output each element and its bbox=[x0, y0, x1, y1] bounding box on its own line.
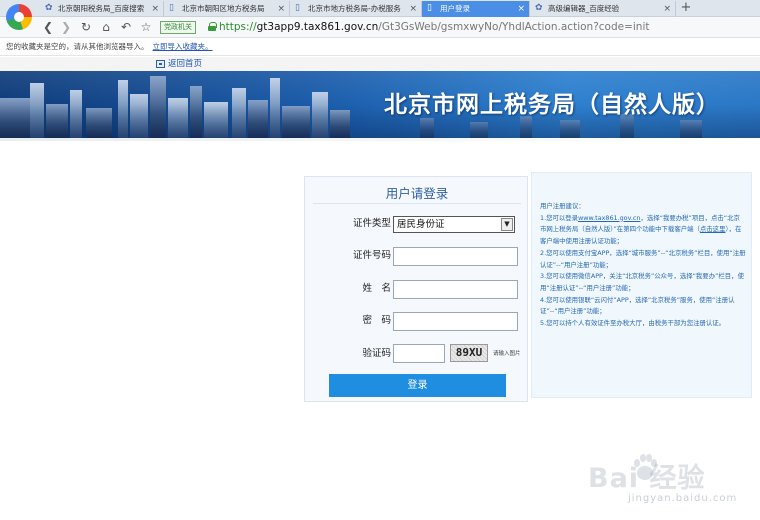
help-item-1-text: 1.您可以登录 bbox=[540, 213, 579, 222]
tab-label: 高级编辑器_百度经验 bbox=[548, 4, 620, 13]
home-button[interactable]: ⌂ bbox=[98, 19, 114, 35]
help-item-3: 3.您可以使用微信APP，关注“北京税务”公众号，选择“我要办”栏目，使用“注册… bbox=[540, 272, 744, 292]
tab-chaoyang-tax[interactable]: ▯ 北京市朝阳区地方税务局 × bbox=[164, 1, 290, 17]
tax-site-link[interactable]: www.tax861.gov.cn bbox=[578, 214, 640, 222]
gov-badge[interactable]: 党政机关 bbox=[160, 21, 196, 34]
back-home-label: 返回首页 bbox=[168, 59, 203, 69]
close-icon[interactable]: × bbox=[517, 1, 525, 17]
favorites-empty-text: 您的收藏夹是空的，请从其他浏览器导入。 bbox=[6, 42, 149, 51]
back-bar: 返回首页 bbox=[0, 57, 760, 71]
home-icon bbox=[156, 60, 165, 68]
captcha-label: 验证码 bbox=[362, 348, 391, 359]
back-button[interactable]: ❮ bbox=[40, 19, 56, 35]
tab-label: 用户登录 bbox=[440, 4, 470, 13]
star-icon[interactable]: ☆ bbox=[138, 19, 154, 35]
help-item-2: 2.您可以使用支付宝APP，选择“城市服务”--“北京税务”栏目，使用“注册认证… bbox=[540, 248, 746, 269]
close-icon[interactable]: × bbox=[409, 1, 417, 17]
help-text: 用户注册建议： 1.您可以登录www.tax861.gov.cn，选择“我要办税… bbox=[540, 201, 746, 330]
undo-button[interactable]: ↶ bbox=[118, 19, 134, 35]
paw-icon bbox=[634, 454, 657, 480]
id-number-input[interactable] bbox=[393, 247, 518, 266]
tab-label: 北京市朝阳区地方税务局 bbox=[182, 4, 265, 13]
tab-user-login[interactable]: ▯ 用户登录 × bbox=[422, 1, 530, 17]
help-item-5: 5.您可以持个人有效证件至办税大厅，由税务干部为您注册认证。 bbox=[540, 319, 726, 328]
import-favorites-link[interactable]: 立即导入收藏夹。 bbox=[153, 42, 213, 51]
close-icon[interactable]: × bbox=[277, 1, 285, 17]
click-here-link[interactable]: 点击这里 bbox=[700, 225, 726, 233]
url-host: gt3app9.tax861.gov.cn bbox=[256, 21, 379, 33]
login-title: 用户请登录 bbox=[385, 186, 449, 201]
help-heading: 用户注册建议： bbox=[540, 202, 585, 210]
password-label: 密 码 bbox=[362, 315, 391, 326]
tab-label: 北京朝阳税务局_百度搜索 bbox=[58, 4, 145, 13]
captcha-input[interactable] bbox=[393, 344, 445, 363]
chevron-down-icon: ▼ bbox=[501, 218, 513, 231]
page-icon: ▯ bbox=[295, 3, 300, 13]
back-home-link[interactable]: 返回首页 bbox=[156, 58, 202, 70]
tab-label: 北京市地方税务局-办税服务 bbox=[308, 4, 401, 13]
name-input[interactable] bbox=[393, 280, 518, 299]
id-type-value: 居民身份证 bbox=[397, 219, 445, 230]
login-panel: 用户请登录 证件类型 居民身份证 ▼ 证件号码 姓 名 密 码 验证码 89XU… bbox=[304, 176, 528, 402]
id-type-select[interactable]: 居民身份证 ▼ bbox=[393, 216, 515, 233]
tab-baidu-search[interactable]: ✿ 北京朝阳税务局_百度搜索 × bbox=[40, 1, 164, 17]
baidu-jingyan-watermark: Bai 经验 jingyan.baidu.com bbox=[588, 448, 758, 518]
registration-help-panel: 用户注册建议： 1.您可以登录www.tax861.gov.cn，选择“我要办税… bbox=[531, 172, 752, 398]
password-input[interactable] bbox=[393, 312, 518, 331]
lock-icon[interactable] bbox=[208, 22, 217, 31]
paw-icon: ✿ bbox=[535, 3, 543, 13]
page-icon: ▯ bbox=[169, 3, 174, 13]
tab-beijing-tax-service[interactable]: ▯ 北京市地方税务局-办税服务 × bbox=[290, 1, 422, 17]
address-bar: ❮ ❯ ↻ ⌂ ↶ ☆ 党政机关 https://gt3app9.tax861.… bbox=[0, 17, 760, 38]
banner-divider bbox=[0, 138, 760, 141]
title-divider bbox=[313, 203, 521, 204]
captcha-image[interactable]: 89XU bbox=[450, 344, 488, 362]
banner-title: 北京市网上税务局（自然人版） bbox=[384, 92, 720, 118]
url-path: /Gt3GsWeb/gsmxwyNo/YhdlAction.action?cod… bbox=[378, 21, 650, 33]
refresh-button[interactable]: ↻ bbox=[78, 19, 94, 35]
watermark-url: jingyan.baidu.com bbox=[628, 493, 738, 504]
url-scheme: https:// bbox=[219, 21, 257, 33]
close-icon[interactable]: × bbox=[663, 1, 671, 17]
browser-tab-bar: ✿ 北京朝阳税务局_百度搜索 × ▯ 北京市朝阳区地方税务局 × ▯ 北京市地方… bbox=[0, 0, 760, 17]
new-tab-button[interactable]: + bbox=[678, 0, 694, 16]
header-banner: 北京市网上税务局（自然人版） bbox=[0, 71, 760, 138]
help-item-1: 1.您可以登录www.tax861.gov.cn，选择“我要办税”项目，点击“北… bbox=[540, 213, 746, 248]
favorites-bar: 您的收藏夹是空的，请从其他浏览器导入。 立即导入收藏夹。 bbox=[0, 38, 760, 56]
url-field[interactable]: https://gt3app9.tax861.gov.cn/Gt3GsWeb/g… bbox=[219, 21, 650, 34]
close-icon[interactable]: × bbox=[151, 1, 159, 17]
forward-button[interactable]: ❯ bbox=[58, 19, 74, 35]
browser-logo-icon[interactable] bbox=[6, 4, 32, 30]
captcha-hint: 请输入图片 bbox=[493, 351, 521, 357]
name-label: 姓 名 bbox=[362, 283, 391, 294]
paw-icon: ✿ bbox=[45, 3, 53, 13]
login-button[interactable]: 登录 bbox=[329, 374, 506, 397]
tab-baidu-jingyan[interactable]: ✿ 高级编辑器_百度经验 × bbox=[530, 1, 676, 17]
help-item-4: 4.您可以使用银联“云闪付”APP，选择“北京税务”服务，使用“注册认证”--“… bbox=[540, 295, 735, 316]
page-icon: ▯ bbox=[427, 3, 432, 13]
id-number-label: 证件号码 bbox=[352, 250, 391, 261]
id-type-label: 证件类型 bbox=[352, 218, 391, 229]
